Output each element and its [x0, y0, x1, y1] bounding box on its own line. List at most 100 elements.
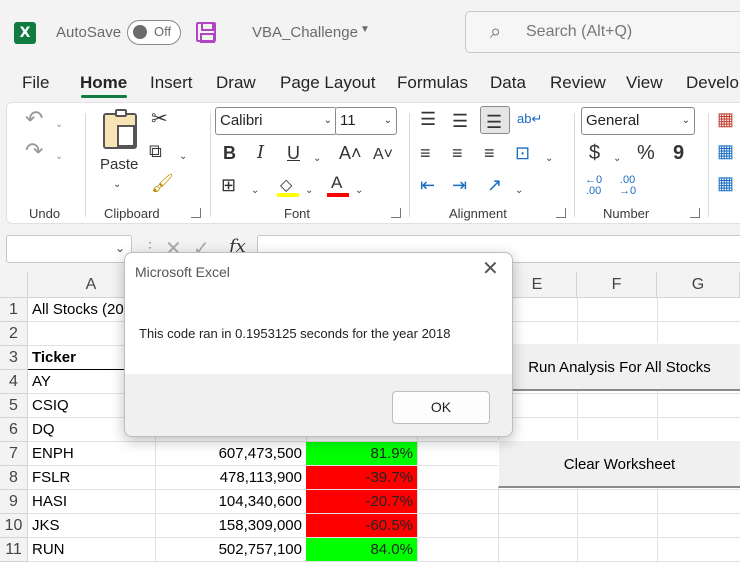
align-right-icon[interactable]: ≡	[484, 143, 495, 163]
font-launcher-icon[interactable]	[391, 208, 401, 218]
merge-dropdown-icon[interactable]: ⌄	[545, 149, 553, 169]
undo-icon[interactable]: ↶	[25, 108, 43, 130]
currency-dropdown-icon[interactable]: ⌄	[613, 149, 621, 169]
decrease-indent-icon[interactable]: ⇤	[420, 175, 435, 195]
font-color-dropdown-icon[interactable]: ⌄	[355, 181, 363, 201]
fill-color-icon[interactable]: ◇	[277, 175, 299, 197]
tab-home[interactable]: Home	[80, 73, 127, 93]
cell-styles-icon[interactable]: ▦	[717, 173, 734, 193]
row-header[interactable]: 5	[0, 394, 28, 418]
paste-button[interactable]: Paste	[100, 155, 138, 175]
volume-cell[interactable]: 158,309,000	[155, 514, 306, 538]
number-launcher-icon[interactable]	[690, 208, 700, 218]
return-cell[interactable]: -20.7%	[306, 490, 417, 513]
align-middle-icon[interactable]: ☰	[452, 111, 468, 131]
redo-icon[interactable]: ↷	[25, 140, 43, 162]
run-analysis-button[interactable]: Run Analysis For All Stocks	[498, 343, 740, 391]
return-cell[interactable]: 81.9%	[306, 442, 417, 465]
clear-worksheet-button[interactable]: Clear Worksheet	[498, 440, 740, 488]
ticker-cell[interactable]: FSLR	[32, 466, 155, 490]
tab-file[interactable]: File	[22, 73, 49, 93]
increase-font-icon[interactable]: A˄	[339, 143, 362, 163]
row-header[interactable]: 4	[0, 370, 28, 394]
column-header-f[interactable]: F	[577, 272, 657, 298]
row-header[interactable]: 2	[0, 322, 28, 346]
borders-icon[interactable]: ⊞	[221, 175, 236, 195]
align-left-icon[interactable]: ≡	[420, 143, 431, 163]
orientation-icon[interactable]: ↗	[487, 175, 502, 195]
paste-icon[interactable]	[103, 109, 137, 149]
increase-indent-icon[interactable]: ⇥	[452, 175, 467, 195]
format-as-table-icon[interactable]: ▦	[717, 141, 734, 161]
tab-developer[interactable]: Develo	[686, 73, 739, 93]
comma-style-button[interactable]: 9	[673, 143, 684, 163]
copy-icon[interactable]: ⧉	[149, 141, 162, 161]
underline-dropdown-icon[interactable]: ⌄	[313, 149, 321, 169]
column-header-g[interactable]: G	[657, 272, 740, 298]
borders-dropdown-icon[interactable]: ⌄	[251, 181, 259, 201]
row-header[interactable]: 7	[0, 442, 28, 466]
row-header[interactable]: 11	[0, 538, 28, 562]
tab-insert[interactable]: Insert	[150, 73, 193, 93]
row-header[interactable]: 8	[0, 466, 28, 490]
volume-cell[interactable]: 607,473,500	[155, 442, 306, 466]
return-cell[interactable]: -60.5%	[306, 514, 417, 537]
return-cell[interactable]: 84.0%	[306, 538, 417, 561]
tab-page-layout[interactable]: Page Layout	[280, 73, 375, 93]
volume-cell[interactable]: 502,757,100	[155, 538, 306, 562]
select-all-corner[interactable]	[0, 272, 28, 298]
wrap-text-icon[interactable]: ab↵	[517, 109, 542, 129]
row-header[interactable]: 10	[0, 514, 28, 538]
autosave-toggle[interactable]: Off	[127, 20, 181, 45]
font-color-icon[interactable]: A	[327, 173, 349, 197]
italic-button[interactable]: I	[257, 143, 264, 163]
paste-dropdown-icon[interactable]: ⌄	[113, 175, 121, 195]
currency-button[interactable]: $	[589, 143, 600, 163]
align-top-icon[interactable]: ☰	[420, 109, 436, 129]
fill-color-dropdown-icon[interactable]: ⌄	[305, 181, 313, 201]
tab-formulas[interactable]: Formulas	[397, 73, 468, 93]
tab-data[interactable]: Data	[490, 73, 526, 93]
align-bottom-button[interactable]: ☰	[480, 106, 510, 134]
align-center-icon[interactable]: ≡	[452, 143, 463, 163]
search-input[interactable]: ⌕ Search (Alt+Q)	[465, 11, 740, 53]
increase-decimal-icon[interactable]: ←0.00	[585, 175, 602, 197]
redo-dropdown-icon[interactable]: ⌄	[55, 147, 63, 167]
ticker-cell[interactable]: ENPH	[32, 442, 155, 466]
copy-dropdown-icon[interactable]: ⌄	[179, 147, 187, 167]
format-painter-icon[interactable]: 🖌	[151, 173, 174, 193]
underline-button[interactable]: U	[287, 143, 300, 163]
merge-center-icon[interactable]: ⊡	[515, 143, 530, 163]
bold-button[interactable]: B	[223, 143, 236, 163]
clipboard-launcher-icon[interactable]	[191, 208, 201, 218]
row-header[interactable]: 9	[0, 490, 28, 514]
volume-cell[interactable]: 478,113,900	[155, 466, 306, 490]
name-box[interactable]: ⌄	[6, 235, 132, 263]
chevron-down-icon[interactable]: ▼	[360, 24, 370, 35]
orientation-dropdown-icon[interactable]: ⌄	[515, 181, 523, 201]
ticker-cell[interactable]: RUN	[32, 538, 155, 562]
tab-draw[interactable]: Draw	[216, 73, 256, 93]
decrease-font-icon[interactable]: A˅	[373, 145, 393, 165]
undo-dropdown-icon[interactable]: ⌄	[55, 115, 63, 135]
cut-icon[interactable]: ✂	[151, 109, 168, 129]
row-header[interactable]: 6	[0, 418, 28, 442]
font-size-select[interactable]: 11 ⌄	[335, 107, 397, 135]
save-icon[interactable]	[196, 22, 216, 43]
volume-cell[interactable]: 104,340,600	[155, 490, 306, 514]
tab-view[interactable]: View	[626, 73, 663, 93]
ticker-cell[interactable]: HASI	[32, 490, 155, 514]
percent-button[interactable]: %	[637, 143, 655, 163]
row-header[interactable]: 1	[0, 298, 28, 322]
close-icon[interactable]: ✕	[482, 259, 499, 279]
font-name-select[interactable]: Calibri ⌄	[215, 107, 337, 135]
alignment-launcher-icon[interactable]	[556, 208, 566, 218]
ticker-cell[interactable]: JKS	[32, 514, 155, 538]
row-header[interactable]: 3	[0, 346, 28, 370]
number-format-select[interactable]: General ⌄	[581, 107, 695, 135]
ok-button[interactable]: OK	[392, 391, 490, 424]
decrease-decimal-icon[interactable]: .00 →0	[619, 175, 636, 197]
document-name[interactable]: VBA_Challenge	[252, 24, 358, 41]
conditional-formatting-icon[interactable]: ▦	[717, 109, 734, 129]
tab-review[interactable]: Review	[550, 73, 606, 93]
